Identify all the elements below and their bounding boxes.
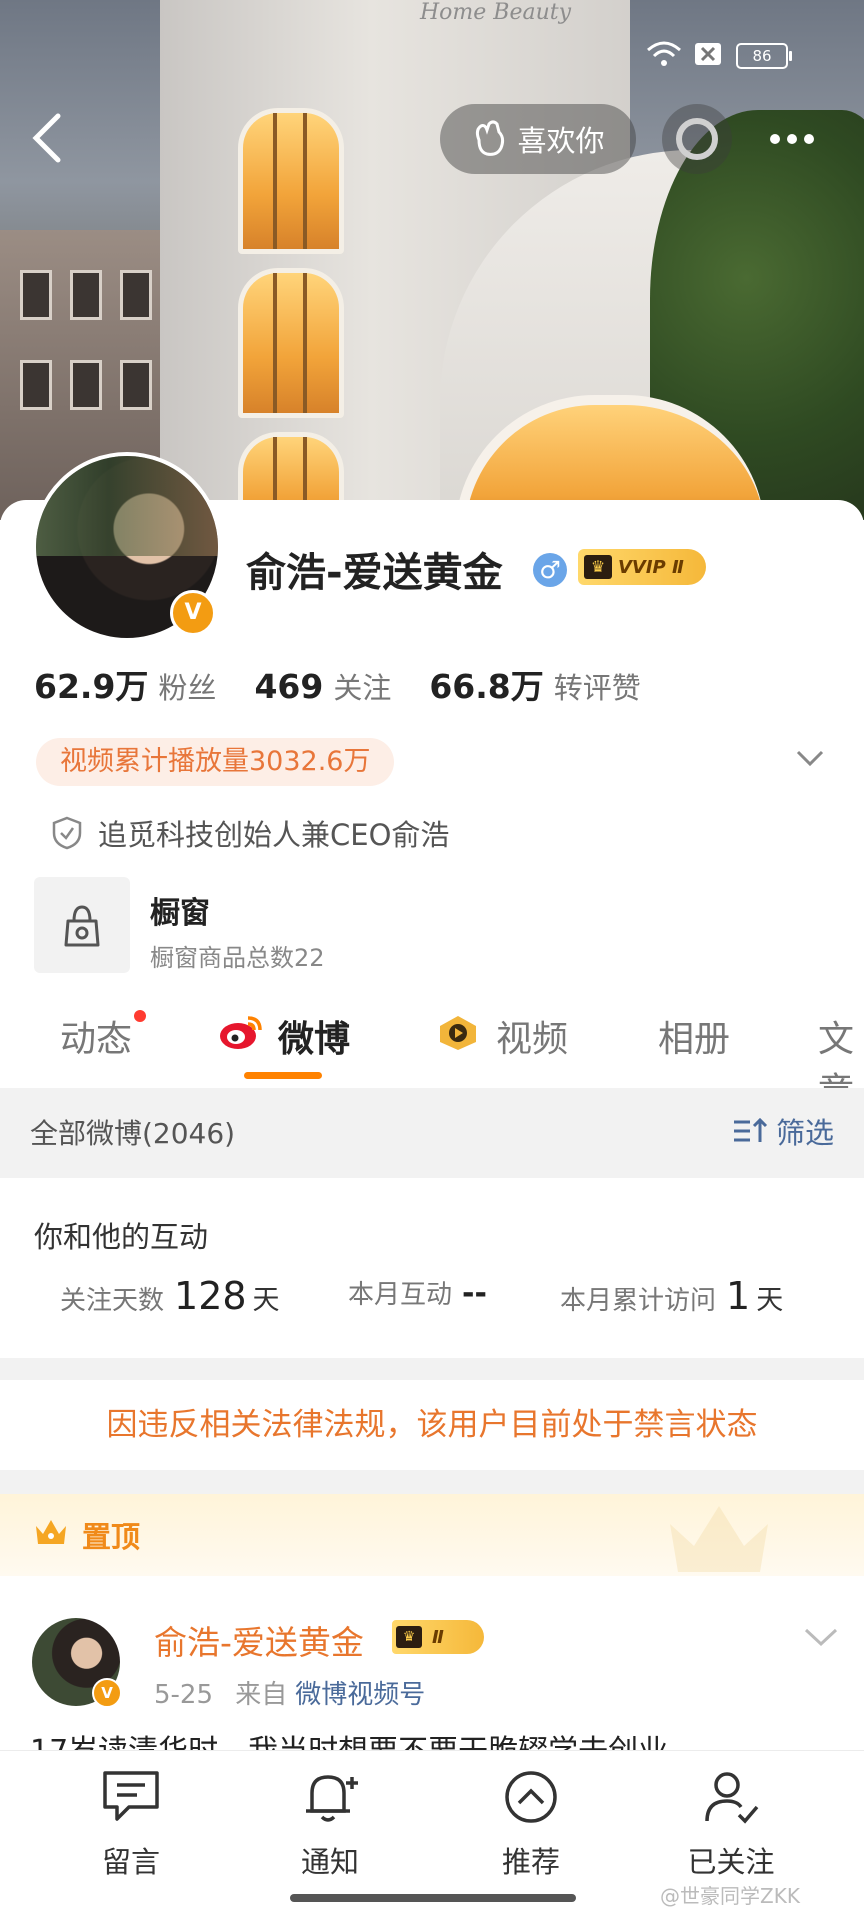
notify-button[interactable]: 通知 — [255, 1769, 405, 1881]
divider — [0, 1358, 864, 1380]
post-meta: 5-25 来自 微博视频号 — [154, 1674, 425, 1711]
monthly-visits-value: 1 — [726, 1274, 751, 1318]
chevron-left-icon — [32, 113, 61, 163]
followed-button[interactable]: 已关注 — [656, 1769, 806, 1881]
unread-dot — [134, 1010, 146, 1022]
recommend-button[interactable]: 推荐 — [456, 1769, 606, 1881]
post-verified-badge: V — [92, 1678, 122, 1708]
post-from-label: 来自 — [235, 1680, 288, 1710]
filter-label: 筛选 — [775, 1116, 834, 1150]
ban-notice: 因违反相关法律法规，该用户目前处于禁言状态 — [0, 1380, 864, 1470]
watermark: @世豪同学ZKK — [660, 1884, 800, 1908]
followed-user-icon — [705, 1772, 759, 1824]
follow-days-stat: 关注天数 128 天 — [60, 1274, 280, 1318]
verification-row: 追觅科技创始人兼CEO俞浩 — [52, 812, 449, 854]
feed-filter-bar: 全部微博(2046) 筛选 — [0, 1088, 864, 1178]
weibo-logo-icon — [220, 1016, 262, 1049]
gender-male-icon: ♂ — [533, 553, 567, 587]
crown-icon: ♛ — [584, 555, 612, 579]
pinned-header: 置顶 — [0, 1494, 864, 1576]
follow-days-value: 128 — [174, 1274, 247, 1318]
expand-profile-button[interactable] — [796, 748, 824, 772]
more-dots-icon — [770, 134, 814, 144]
back-button[interactable] — [28, 112, 68, 164]
monthly-interaction-value: -- — [462, 1276, 487, 1311]
post-source[interactable]: 微博视频号 — [295, 1680, 425, 1710]
profile-name: 俞浩-爱送黄金 — [246, 550, 503, 596]
video-play-count: 视频累计播放量3032.6万 — [36, 738, 395, 786]
pinned-label: 置顶 — [82, 1520, 141, 1554]
ring-icon — [676, 118, 718, 160]
home-indicator[interactable] — [290, 1894, 576, 1902]
message-icon — [103, 1771, 159, 1821]
vvip-badge[interactable]: ♛ VVIP Ⅱ — [578, 549, 706, 585]
message-button[interactable]: 留言 — [56, 1769, 206, 1881]
monthly-interaction-label: 本月互动 — [348, 1280, 453, 1310]
live-ring-button[interactable] — [662, 104, 732, 174]
message-label: 留言 — [101, 1845, 160, 1879]
verified-badge: V — [170, 590, 216, 636]
shopping-bag-icon — [64, 905, 100, 947]
tab-video[interactable]: 视频 — [496, 1010, 568, 1062]
crown-icon — [36, 1520, 66, 1544]
filter-sort-icon — [733, 1117, 768, 1142]
tab-weibo[interactable]: 微博 — [278, 1010, 350, 1062]
video-icon — [440, 1016, 476, 1050]
wifi-icon — [646, 40, 682, 72]
post-vip-badge[interactable]: ♛ Ⅱ — [392, 1620, 484, 1654]
bell-icon — [306, 1775, 358, 1822]
crown-decoration-icon — [670, 1506, 768, 1572]
monthly-interaction-stat: 本月互动 -- — [348, 1274, 493, 1311]
shop-window-button[interactable] — [34, 877, 130, 973]
profile-stats: 62.9万 粉丝 469 关注 66.8万 转评赞 — [34, 660, 679, 708]
sim-icon — [694, 42, 722, 70]
interaction-title: 你和他的互动 — [34, 1220, 209, 1254]
cover-sign: Home Beauty — [420, 0, 572, 25]
chevron-down-icon — [796, 750, 824, 767]
post-author-name[interactable]: 俞浩-爱送黄金 — [154, 1616, 364, 1664]
post-vip-level: Ⅱ — [432, 1626, 444, 1648]
interaction-section: 你和他的互动 关注天数 128 天 本月互动 -- 本月累计访问 1 天 — [0, 1178, 864, 1358]
followers-label[interactable]: 粉丝 — [158, 665, 216, 707]
divider — [0, 1470, 864, 1494]
recommend-label: 推荐 — [501, 1845, 560, 1879]
recommend-icon — [505, 1771, 557, 1823]
followed-label: 已关注 — [687, 1845, 775, 1879]
chevron-down-icon[interactable] — [804, 1626, 838, 1648]
monthly-visits-stat: 本月累计访问 1 天 — [560, 1274, 783, 1318]
tab-activity[interactable]: 动态 — [60, 1010, 132, 1062]
engagement-count[interactable]: 66.8万 — [429, 660, 543, 708]
shield-icon — [52, 816, 82, 850]
filter-button[interactable]: 筛选 — [732, 1110, 834, 1152]
vvip-label: VVIP Ⅱ — [618, 556, 684, 578]
battery-indicator: 86 — [736, 43, 792, 69]
monthly-visits-unit: 天 — [756, 1285, 784, 1316]
like-you-label: 喜欢你 — [517, 124, 605, 158]
cover-window — [238, 268, 344, 418]
crown-icon: ♛ — [396, 1626, 422, 1648]
post-item[interactable]: V 俞浩-爱送黄金 ♛ Ⅱ 5-25 来自微博视频号 17岁读清华时，我当时想要… — [0, 1576, 864, 1769]
like-you-button[interactable]: 喜欢你 — [440, 104, 636, 174]
following-label[interactable]: 关注 — [333, 665, 391, 707]
shop-window-title[interactable]: 橱窗 — [150, 888, 210, 932]
verification-text: 追觅科技创始人兼CEO俞浩 — [98, 818, 450, 852]
engagement-label[interactable]: 转评赞 — [554, 665, 641, 707]
tab-album[interactable]: 相册 — [658, 1010, 730, 1062]
cover-banner: Home Beauty 86 喜欢你 — [0, 0, 864, 520]
notify-label: 通知 — [300, 1845, 359, 1879]
post-date: 5-25 — [154, 1680, 214, 1710]
follow-days-label: 关注天数 — [60, 1286, 165, 1316]
all-posts-label[interactable]: 全部微博(2046) — [30, 1112, 235, 1152]
active-tab-indicator — [244, 1072, 322, 1079]
cover-window — [238, 108, 344, 254]
followers-count[interactable]: 62.9万 — [34, 660, 148, 708]
follow-days-unit: 天 — [252, 1285, 280, 1316]
shop-window-subtitle: 橱窗商品总数22 — [150, 944, 325, 972]
monthly-visits-label: 本月累计访问 — [560, 1286, 717, 1316]
following-count[interactable]: 469 — [254, 667, 323, 706]
more-button[interactable] — [752, 104, 832, 174]
profile-tabs: 动态 微博 视频 相册 文章 — [0, 1010, 864, 1112]
hand-heart-icon — [476, 120, 505, 156]
